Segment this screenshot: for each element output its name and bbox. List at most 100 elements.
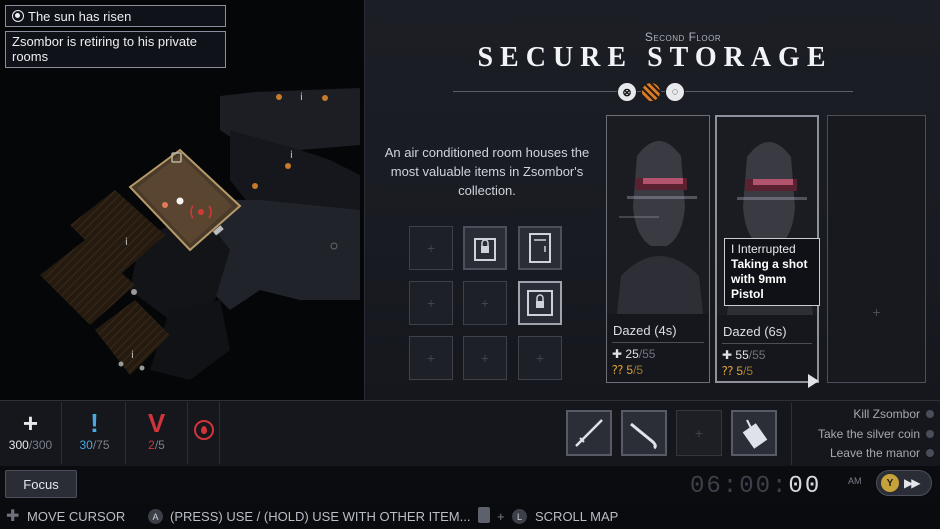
minimap[interactable]: i i i i The sun has risen Zsombor is ret… [0,0,364,400]
storage-slot-locked-safe[interactable] [518,281,562,325]
trigger-icon [478,507,490,523]
tool-slot-empty[interactable]: + [676,410,722,456]
alert-icon: ! [90,408,99,438]
stat-max: /75 [92,438,110,452]
card-divider [612,342,704,343]
tooltip-action: Taking a shot with 9mm Pistol [731,257,808,301]
character-status: Dazed (4s) [613,323,677,338]
control-scroll-label: SCROLL MAP [535,509,619,524]
storage-slot-empty[interactable]: + [409,336,453,380]
character-health: ✚ 55/55 [722,348,766,362]
clock-lit-digits: 00 [788,473,822,500]
objective-status-icon [926,410,934,418]
stat-blood [188,402,220,464]
svg-text:i: i [131,350,134,361]
stat-health: + 300/300 [0,402,62,464]
objective-item: Leave the manor [829,446,920,460]
svg-text:i: i [290,150,293,161]
game-clock: 06:00:00 [690,473,821,500]
health-max: /55 [638,347,656,361]
storage-slot-empty[interactable]: + [463,336,507,380]
blood-drop-icon [193,420,214,440]
fast-forward-button[interactable]: Y ▶▶ [876,470,932,496]
controls-bar: ✚ MOVE CURSOR A (PRESS) USE / (HOLD) USE… [0,503,940,529]
notification-retiring: Zsombor is retiring to his private rooms [5,31,226,68]
clock-ampm: AM [848,476,862,486]
tooltip-line: I Interrupted [731,242,796,256]
katana-icon [575,419,603,447]
room-title: SECURE STORAGE [477,42,833,73]
l-stick-icon: L [512,509,527,524]
stat-value: 2 [148,438,155,452]
control-move-label: MOVE CURSOR [27,509,126,524]
sun-icon [12,10,24,22]
control-use-label: (PRESS) USE / (HOLD) USE WITH OTHER ITEM… [170,509,471,524]
health-value: 25 [625,347,639,361]
slot-plus: + [426,240,436,256]
crowbar-icon [630,422,657,450]
clock-dim-digits: 06:00: [690,473,789,500]
action-tooltip: I Interrupted Taking a shot with 9mm Pis… [724,238,820,306]
objective-status-icon [926,430,934,438]
slot-plus: + [426,350,436,366]
character-portrait [607,116,709,314]
ammo-max: /5 [743,364,754,378]
slot-plus: + [535,350,545,366]
objective-item: Take the silver coin [817,427,920,441]
notification-text: The sun has risen [28,8,132,24]
slot-plus: + [480,295,490,311]
stat-value: 30 [79,438,93,452]
cabinet-icon [529,233,551,263]
storage-slot-empty[interactable]: + [518,336,562,380]
character-ammo: ⁇ 5/5 [612,363,644,377]
storage-slot-locked-case[interactable] [463,226,507,270]
objective-status-icon [926,449,934,457]
notification-text: Zsombor is retiring to his private rooms [12,34,197,64]
fast-forward-icon: ▶▶ [904,476,921,490]
room-panel: Second Floor SECURE STORAGE ⊗ ◌ An air c… [364,0,940,400]
stat-max: /300 [28,438,53,452]
room-properties: ⊗ ◌ [617,82,685,102]
health-plus-icon: + [22,408,39,438]
storage-slot-empty[interactable]: + [463,281,507,325]
stat-value: 300 [8,438,29,452]
stat-fangs: V 2/5 [126,402,188,464]
storage-slot-empty[interactable]: + [409,226,453,270]
tool-slot-katana[interactable] [566,410,612,456]
objectives-list: Kill Zsombor Take the silver coin Leave … [791,403,940,465]
character-health: ✚ 25/55 [612,347,656,361]
character-card[interactable]: Dazed (4s) ✚ 25/55 ⁇ 5/5 [606,115,710,383]
locked-case-icon [474,238,496,261]
storage-slot-cabinet[interactable] [518,226,562,270]
stat-max: /5 [154,438,165,452]
ammo-max: /5 [633,363,644,377]
slot-plus: + [480,350,490,366]
cursor-arrow-icon [808,374,819,388]
tool-slot-crowbar[interactable] [621,410,667,456]
dpad-icon: ✚ [6,508,20,525]
slot-plus: + [426,295,436,311]
tool-slot-keycard[interactable] [731,410,777,456]
empty-character-slot[interactable]: + [827,115,926,383]
health-value: 55 [735,348,749,362]
character-status: Dazed (6s) [723,324,787,339]
svg-text:i: i [125,237,128,248]
stat-alert: ! 30/75 [64,402,126,464]
locked-safe-icon [527,290,553,316]
character-ammo: ⁇ 5/5 [722,364,754,378]
keycard-icon [742,419,768,449]
storage-slot-empty[interactable]: + [409,281,453,325]
y-button-icon: Y [881,474,899,492]
room-description: An air conditioned room houses the most … [384,145,590,198]
objective-item: Kill Zsombor [853,407,920,421]
card-divider [722,343,812,344]
add-character-plus: + [872,304,881,320]
plus-separator-icon: + [497,509,505,524]
fangs-icon: V [147,408,166,438]
notification-sunrise: The sun has risen [5,5,226,27]
svg-text:i: i [300,92,303,103]
light-icon: ◌ [665,82,685,102]
health-max: /55 [748,348,766,362]
disable-icon: ⊗ [617,82,637,102]
focus-button[interactable]: Focus [5,470,77,498]
